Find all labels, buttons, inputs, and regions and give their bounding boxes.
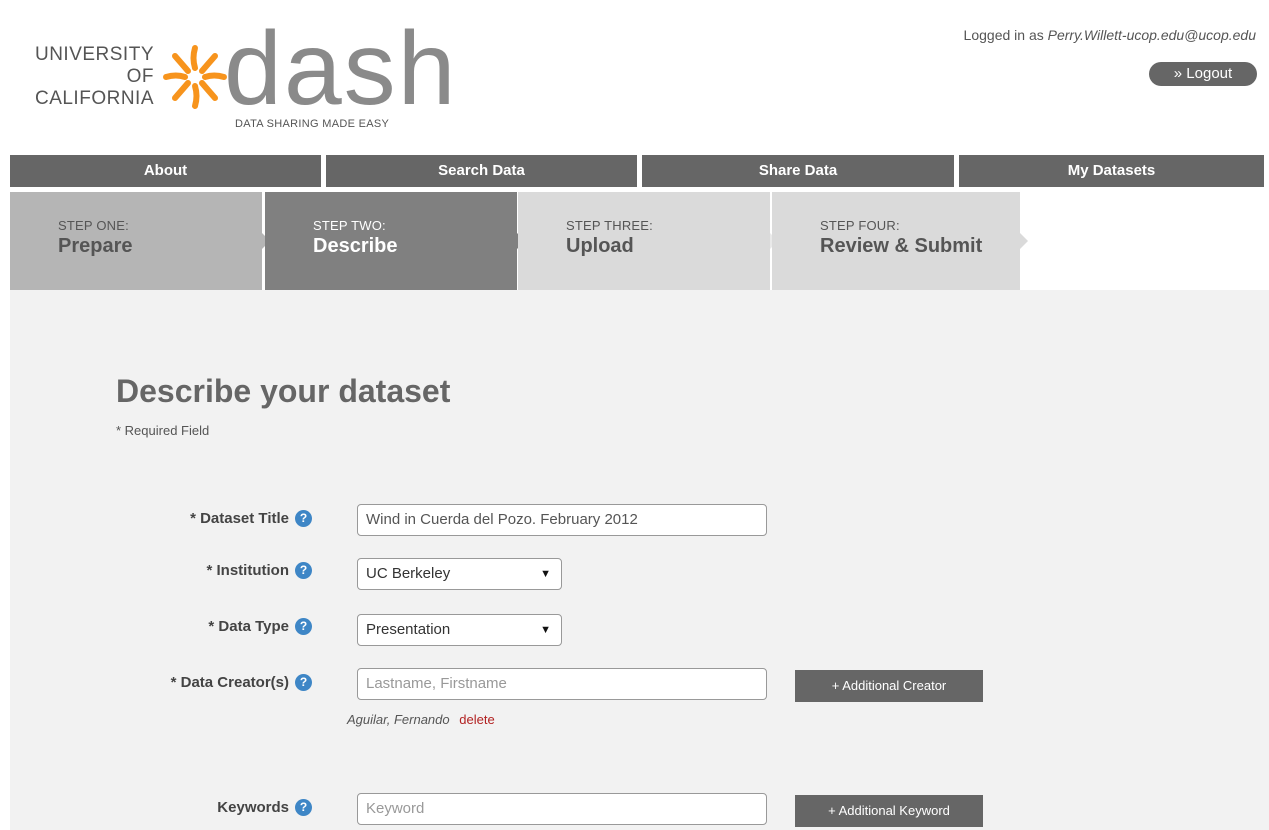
help-icon[interactable]: ? [295, 562, 312, 579]
logo-line-university: UNIVERSITY [34, 44, 154, 65]
help-icon[interactable]: ? [295, 618, 312, 635]
nav-search-data[interactable]: Search Data [326, 155, 637, 187]
data-creators-label: * Data Creator(s) ? [171, 674, 312, 691]
page-title: Describe your dataset [116, 373, 451, 409]
step-title: Prepare [58, 235, 133, 257]
keywords-row: Keywords ? Keyword + Additional Keyword [10, 793, 1269, 827]
keywords-label: Keywords ? [217, 799, 312, 816]
creator-name: Aguilar, Fernando [347, 712, 450, 727]
describe-form-area: Describe your dataset * Required Field *… [10, 290, 1269, 830]
creator-entry: Aguilar, Fernando delete [347, 712, 495, 727]
dropdown-arrow-icon: ▼ [540, 624, 551, 636]
label-text: * Data Creator(s) [170, 674, 289, 691]
uc-dash-logo[interactable]: UNIVERSITY OF CALIFORNIA dash DATA SHARI… [34, 14, 456, 146]
delete-creator-link[interactable]: delete [459, 712, 494, 727]
sun-logo-icon [163, 45, 227, 109]
label-text: * Institution [206, 562, 290, 579]
required-field-note: * Required Field [116, 423, 210, 438]
step-number: STEP TWO: [313, 218, 386, 233]
login-username: Perry.Willett-ucop.edu@ucop.edu [1047, 27, 1256, 43]
nav-share-data[interactable]: Share Data [642, 155, 954, 187]
dropdown-arrow-icon: ▼ [540, 568, 551, 580]
step-describe[interactable]: STEP TWO: Describe [265, 192, 517, 290]
data-creators-row: * Data Creator(s) ? Lastname, Firstname … [10, 668, 1269, 702]
institution-select[interactable]: UC Berkeley ▼ [357, 558, 562, 590]
step-title: Describe [313, 235, 398, 257]
data-type-selected-value: Presentation [366, 621, 451, 638]
help-icon[interactable]: ? [295, 510, 312, 527]
institution-selected-value: UC Berkeley [366, 565, 451, 582]
step-title: Upload [566, 235, 634, 257]
data-type-select[interactable]: Presentation ▼ [357, 614, 562, 646]
progress-steps: STEP ONE: Prepare STEP TWO: Describe STE… [10, 192, 1269, 290]
step-title: Review & Submit [820, 235, 983, 257]
logo-line-california: CALIFORNIA [34, 88, 154, 109]
nav-my-datasets[interactable]: My Datasets [959, 155, 1264, 187]
step-review-submit[interactable]: STEP FOUR: Review & Submit [772, 192, 1020, 290]
dash-wordmark: dash [224, 11, 458, 127]
nav-about[interactable]: About [10, 155, 321, 187]
header: UNIVERSITY OF CALIFORNIA dash DATA SHARI… [0, 0, 1269, 155]
institution-row: * Institution ? UC Berkeley ▼ [10, 556, 1269, 590]
step-prepare[interactable]: STEP ONE: Prepare [10, 192, 262, 290]
step-upload[interactable]: STEP THREE: Upload [518, 192, 770, 290]
label-text: * Data Type [208, 618, 289, 635]
add-creator-button[interactable]: + Additional Creator [795, 670, 983, 702]
label-text: Keywords [217, 799, 289, 816]
data-creator-input[interactable]: Lastname, Firstname [357, 668, 767, 700]
institution-label: * Institution ? [206, 562, 312, 579]
add-keyword-button[interactable]: + Additional Keyword [795, 795, 983, 827]
data-type-label: * Data Type ? [208, 618, 312, 635]
logo-tagline: DATA SHARING MADE EASY [235, 118, 390, 130]
logo-line-of: OF [126, 66, 154, 87]
help-icon[interactable]: ? [295, 674, 312, 691]
dataset-title-input[interactable]: Wind in Cuerda del Pozo. February 2012 [357, 504, 767, 536]
uc-logo-text: UNIVERSITY OF CALIFORNIA [34, 44, 154, 110]
login-prefix: Logged in as [963, 27, 1048, 43]
step-number: STEP ONE: [58, 218, 129, 233]
dataset-title-row: * Dataset Title ? Wind in Cuerda del Poz… [10, 504, 1269, 538]
keyword-input[interactable]: Keyword [357, 793, 767, 825]
data-type-row: * Data Type ? Presentation ▼ [10, 612, 1269, 646]
step-number: STEP THREE: [566, 218, 653, 233]
main-nav: About Search Data Share Data My Datasets [10, 155, 1269, 188]
login-status: Logged in as Perry.Willett-ucop.edu@ucop… [964, 27, 1256, 43]
dataset-title-label: * Dataset Title ? [190, 510, 312, 527]
logout-button[interactable]: » Logout [1149, 62, 1257, 86]
step-number: STEP FOUR: [820, 218, 900, 233]
help-icon[interactable]: ? [295, 799, 312, 816]
step-arrow-icon [1020, 233, 1028, 249]
label-text: * Dataset Title [190, 510, 289, 527]
